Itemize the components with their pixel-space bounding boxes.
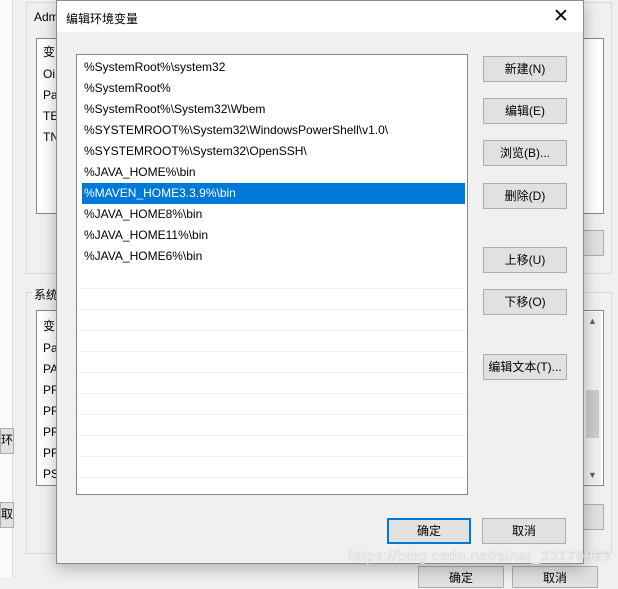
browse-button[interactable]: 浏览(B)... [483, 140, 567, 166]
scroll-thumb[interactable] [586, 390, 599, 438]
empty-row-divider [77, 414, 467, 415]
empty-row-divider [77, 393, 467, 394]
empty-row-divider [77, 456, 467, 457]
list-item[interactable]: 变 [43, 317, 55, 334]
new-button[interactable]: 新建(N) [483, 56, 567, 82]
empty-row-divider [77, 351, 467, 352]
move-down-button[interactable]: 下移(O) [483, 289, 567, 315]
dialog-title: 编辑环境变量 [66, 12, 139, 26]
edit-text-button[interactable]: 编辑文本(T)... [483, 354, 567, 380]
ok-button[interactable]: 确定 [387, 518, 471, 544]
empty-row-divider [77, 309, 467, 310]
list-item[interactable]: Oi [43, 67, 55, 81]
list-item[interactable]: 变 [43, 43, 55, 60]
list-item[interactable]: %SystemRoot%\system32 [82, 57, 465, 78]
cancel-button[interactable]: 取消 [482, 518, 566, 544]
scroll-down-icon[interactable]: ▼ [584, 470, 601, 480]
path-list[interactable]: %SystemRoot%\system32 %SystemRoot% %Syst… [76, 54, 468, 495]
empty-row-divider [77, 435, 467, 436]
list-item[interactable]: %SYSTEMROOT%\System32\WindowsPowerShell\… [82, 120, 465, 141]
list-item[interactable]: %SystemRoot%\System32\Wbem [82, 99, 465, 120]
list-item[interactable]: %SystemRoot% [82, 78, 465, 99]
empty-row-divider [77, 477, 467, 478]
delete-button[interactable]: 删除(D) [483, 183, 567, 209]
empty-row-divider [77, 372, 467, 373]
list-item[interactable]: %JAVA_HOME%\bin [82, 162, 465, 183]
empty-row-divider [77, 288, 467, 289]
list-item[interactable]: %SYSTEMROOT%\System32\OpenSSH\ [82, 141, 465, 162]
list-item[interactable]: %JAVA_HOME8%\bin [82, 204, 465, 225]
parent-window-edge [0, 0, 13, 578]
title-bar[interactable]: 编辑环境变量 ✕ [57, 1, 583, 32]
parent-cancel-button[interactable]: 取消 [512, 566, 598, 588]
parent-ok-button[interactable]: 确定 [418, 566, 504, 588]
parent-left-cancel-button[interactable]: 取消 [0, 502, 14, 528]
close-icon[interactable]: ✕ [539, 1, 583, 32]
list-item[interactable]: %JAVA_HOME11%\bin [82, 225, 465, 246]
move-up-button[interactable]: 上移(U) [483, 247, 567, 273]
system-variables-scrollbar[interactable]: ▲ ▼ [584, 312, 601, 484]
list-item[interactable]: %JAVA_HOME6%\bin [82, 246, 465, 267]
empty-row-divider [77, 330, 467, 331]
scroll-up-icon[interactable]: ▲ [584, 316, 601, 326]
edit-button[interactable]: 编辑(E) [483, 98, 567, 124]
watermark-text: https://blog.csdn.net/sinat_33179993 [348, 548, 612, 565]
list-item-selected[interactable]: %MAVEN_HOME3.3.9%\bin [82, 183, 465, 204]
edit-environment-variable-dialog: 编辑环境变量 ✕ %SystemRoot%\system32 %SystemRo… [56, 0, 584, 564]
parent-left-button[interactable]: 环 [0, 428, 14, 454]
